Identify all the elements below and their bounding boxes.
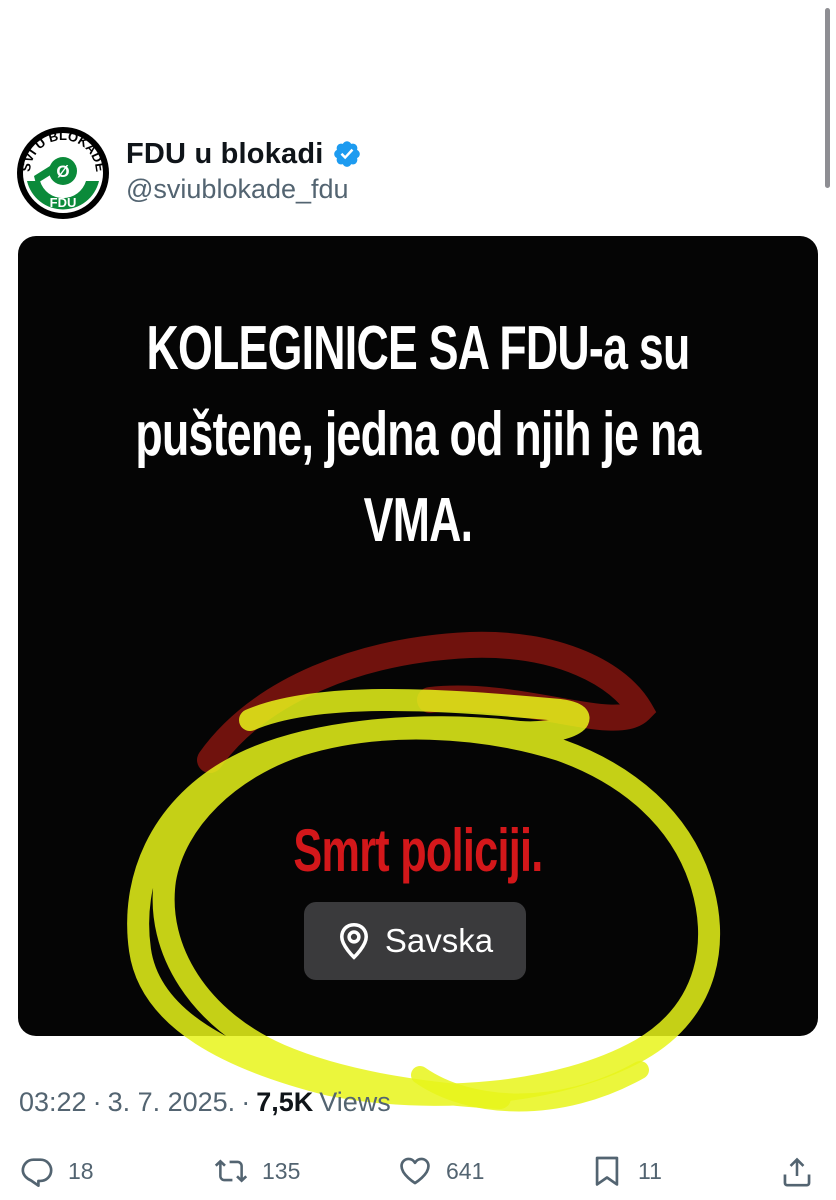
author-handle[interactable]: @sviublokade_fdu (126, 174, 349, 205)
scrollbar[interactable] (825, 8, 830, 188)
repost-icon (214, 1159, 248, 1183)
reply-icon (21, 1158, 53, 1187)
author-display-name[interactable]: FDU u blokadi (126, 138, 324, 171)
share-icon (783, 1157, 811, 1187)
like-count: 641 (446, 1157, 485, 1184)
reply-count: 18 (68, 1157, 94, 1184)
bookmark-button[interactable]: 11 (590, 1146, 662, 1196)
location-pin-icon (339, 922, 368, 960)
repost-count: 135 (262, 1157, 301, 1184)
bookmark-count: 11 (638, 1157, 662, 1184)
media-headline: KOLEGINICE SA FDU-a su puštene, jedna od… (130, 306, 706, 564)
author-name-row[interactable]: FDU u blokadi (126, 134, 362, 174)
avatar[interactable]: Ø SVI U BLOKADE FDU (16, 126, 110, 220)
views-label: Views (319, 1086, 391, 1117)
avatar-bottom-text: FDU (50, 195, 77, 210)
media-red-text: Smrt policiji. (293, 817, 543, 884)
media-headline-line: VMA. (363, 486, 473, 555)
tweet-date[interactable]: 3. 7. 2025. (108, 1087, 236, 1118)
bookmark-icon (595, 1156, 619, 1186)
verified-badge-icon (333, 141, 360, 167)
meta-separator: · (241, 1086, 251, 1117)
heart-icon (400, 1157, 430, 1185)
tweet-media-image[interactable]: KOLEGINICE SA FDU-a su puštene, jedna od… (18, 236, 818, 1036)
tweet-action-bar: 18 135 641 11 (0, 1146, 836, 1196)
tweet-meta: 03:22 · 3. 7. 2025. · 7,5K Views (19, 1084, 391, 1120)
svg-text:Ø: Ø (56, 162, 69, 181)
repost-button[interactable]: 135 (214, 1146, 300, 1196)
media-headline-line: KOLEGINICE SA FDU-a su (146, 314, 690, 383)
tweet-time[interactable]: 03:22 (19, 1087, 87, 1118)
reply-button[interactable]: 18 (20, 1146, 94, 1196)
views-count: 7,5K (256, 1086, 314, 1117)
location-sticker: Savska (304, 902, 526, 980)
media-headline-line: puštene, jedna od njih je na (135, 400, 701, 469)
location-label: Savska (384, 922, 494, 959)
share-button[interactable] (780, 1146, 814, 1196)
meta-separator: · (92, 1086, 102, 1117)
like-button[interactable]: 641 (398, 1146, 484, 1196)
